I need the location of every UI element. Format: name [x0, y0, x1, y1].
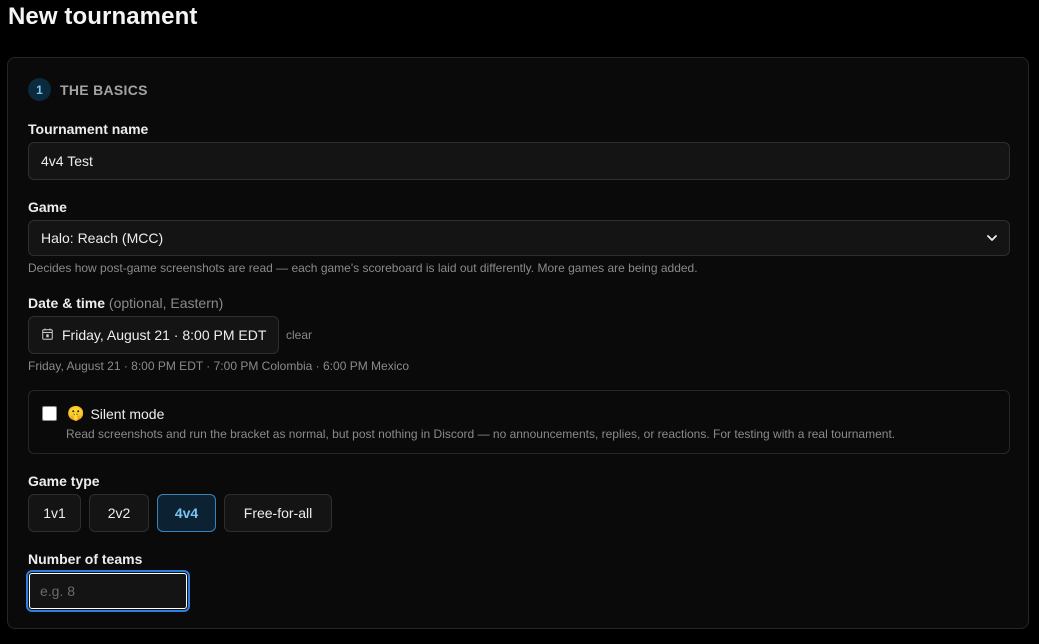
game-select[interactable]: Halo: Reach (MCC) — [28, 220, 1010, 256]
date-time-label-text: Date & time — [28, 295, 106, 311]
silent-mode-title: 🤫 Silent mode — [67, 405, 164, 422]
tournament-name-value: 4v4 Test — [41, 153, 93, 169]
date-time-value: Friday, August 21 · 8:00 PM EDT — [62, 327, 267, 343]
number-of-teams-input[interactable] — [26, 570, 190, 612]
game-type-label: Game type — [28, 473, 100, 489]
tournament-name-label: Tournament name — [28, 121, 149, 137]
silent-mode-description: Read screenshots and run the bracket as … — [66, 427, 896, 441]
date-time-label: Date & time (optional, Eastern) — [28, 295, 223, 311]
silent-mode-panel: 🤫 Silent mode Read screenshots and run t… — [28, 390, 1010, 454]
game-type-4v4-button[interactable]: 4v4 — [157, 494, 216, 532]
clear-date-link[interactable]: clear — [286, 328, 312, 342]
game-type-2v2-button[interactable]: 2v2 — [89, 494, 149, 532]
timezone-conversions: Friday, August 21 · 8:00 PM EDT · 7:00 P… — [28, 359, 410, 373]
section-header: 1 THE BASICS — [28, 78, 148, 101]
game-label: Game — [28, 199, 67, 215]
tournament-name-input[interactable]: 4v4 Test — [28, 142, 1010, 180]
shushing-face-icon: 🤫 — [67, 405, 85, 421]
section-title: THE BASICS — [60, 81, 148, 98]
game-type-options: 1v1 2v2 4v4 Free-for-all — [28, 494, 332, 532]
game-type-1v1-button[interactable]: 1v1 — [28, 494, 81, 532]
silent-mode-checkbox[interactable] — [42, 406, 57, 421]
page-title: New tournament — [8, 3, 198, 30]
date-time-picker[interactable]: Friday, August 21 · 8:00 PM EDT — [28, 316, 280, 354]
basics-card: 1 THE BASICS Tournament name 4v4 Test Ga… — [7, 57, 1029, 629]
game-type-ffa-button[interactable]: Free-for-all — [224, 494, 332, 532]
calendar-icon — [42, 327, 53, 343]
number-of-teams-label: Number of teams — [28, 551, 143, 567]
game-help-text: Decides how post-game screenshots are re… — [28, 261, 698, 275]
game-select-value: Halo: Reach (MCC) — [41, 230, 164, 246]
date-time-hint: (optional, Eastern) — [108, 295, 224, 311]
step-number-badge: 1 — [28, 78, 51, 101]
silent-mode-label[interactable]: Silent mode — [90, 406, 164, 422]
chevron-down-icon — [987, 233, 997, 243]
